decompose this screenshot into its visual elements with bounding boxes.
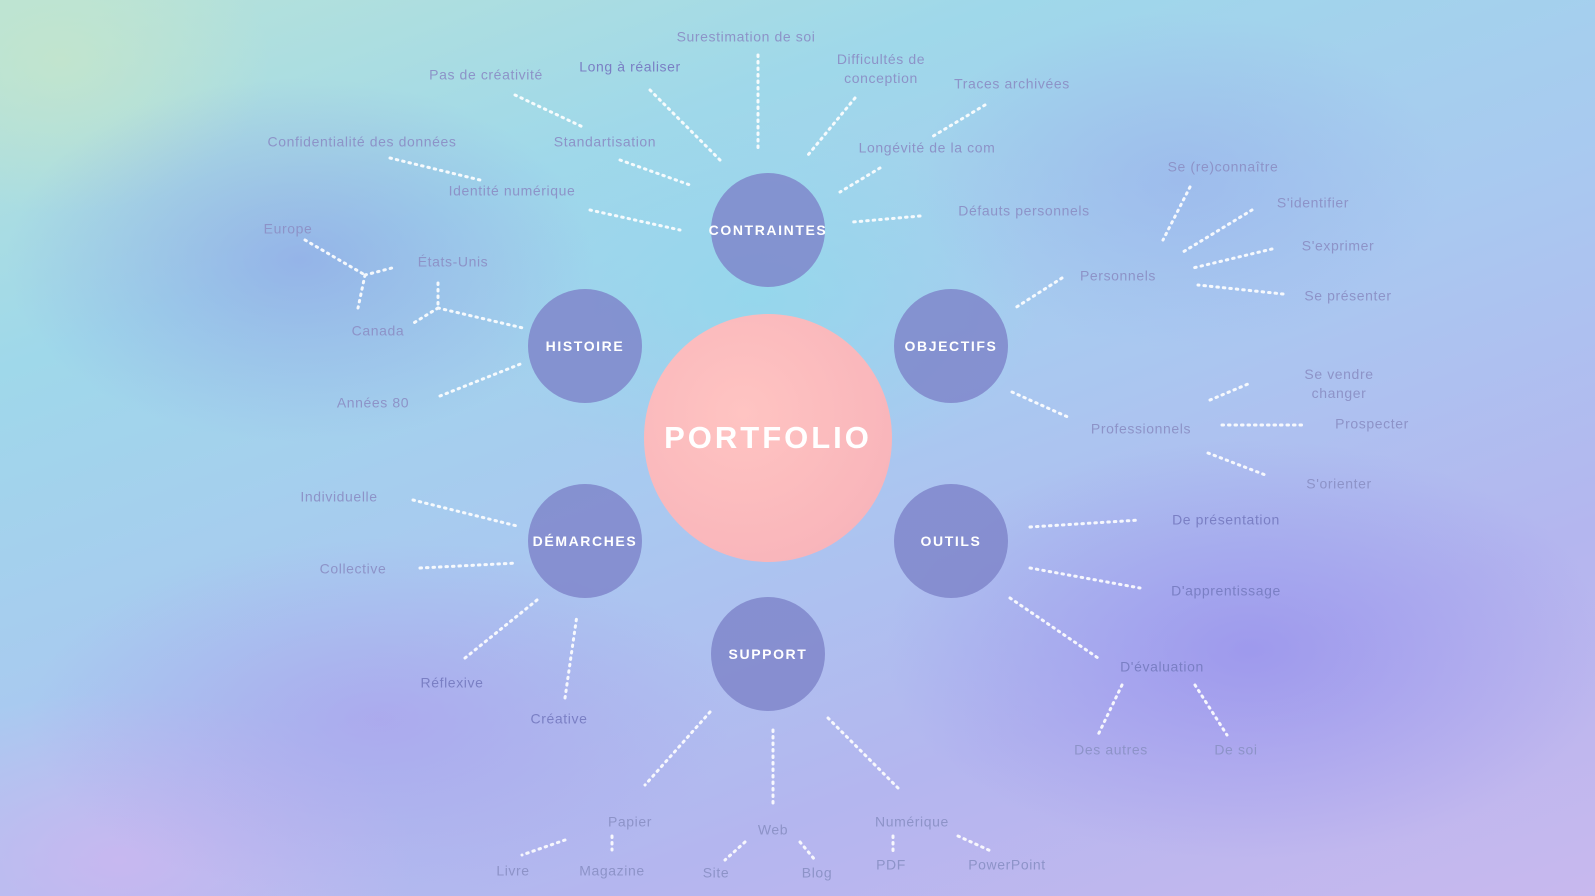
hub-demarches: DÉMARCHES: [528, 484, 642, 598]
label-confidentialite: Confidentialité des données: [267, 133, 457, 150]
label-professionnels: Professionnels: [1090, 420, 1192, 437]
label-pas-de-creativite: Pas de créativité: [429, 66, 543, 83]
hub-objectifs: OBJECTIFS: [894, 289, 1008, 403]
label-powerpoint: PowerPoint: [968, 856, 1046, 873]
label-etats-unis: États-Unis: [417, 253, 489, 270]
label-prospecter: Prospecter: [1335, 415, 1409, 432]
label-long-a-realiser: Long à réaliser: [579, 58, 681, 75]
label-individuelle: Individuelle: [300, 488, 378, 505]
label-defauts-personnels: Défauts personnels: [958, 202, 1090, 219]
label-canada: Canada: [351, 322, 405, 339]
label-standardisation: Standartisation: [553, 133, 657, 150]
label-se-presenter: Se présenter: [1304, 287, 1392, 304]
label-longevite: Longévité de la com: [858, 139, 996, 156]
label-magazine: Magazine: [579, 862, 645, 879]
label-surestimation: Surestimation de soi: [676, 28, 816, 45]
label-d-evaluation: D'évaluation: [1120, 658, 1204, 675]
label-pdf: PDF: [876, 856, 906, 873]
label-difficultes: Difficultés de conception: [836, 51, 926, 86]
label-identite-numerique: Identité numérique: [448, 182, 576, 199]
label-site: Site: [702, 864, 730, 881]
label-s-exprimer: S'exprimer: [1301, 237, 1375, 254]
label-europe: Europe: [263, 220, 313, 237]
label-se-vendre-changer: Se vendre changer: [1304, 366, 1374, 401]
label-numerique: Numérique: [875, 813, 949, 830]
label-blog: Blog: [801, 864, 833, 881]
label-d-apprentissage: D'apprentissage: [1171, 582, 1281, 599]
label-des-autres: Des autres: [1074, 741, 1148, 758]
label-de-presentation: De présentation: [1172, 511, 1280, 528]
hub-histoire: HISTOIRE: [528, 289, 642, 403]
label-s-orienter: S'orienter: [1306, 475, 1372, 492]
hub-support: SUPPORT: [711, 597, 825, 711]
hub-contraintes: CONTRAINTES: [709, 173, 826, 287]
label-collective: Collective: [319, 560, 387, 577]
label-creative: Créative: [530, 710, 588, 727]
label-s-identifier: S'identifier: [1276, 194, 1350, 211]
label-se-reconnaitre: Se (re)connaître: [1167, 158, 1279, 175]
label-annees-80: Années 80: [336, 394, 410, 411]
central-node-portfolio: PORTFOLIO: [644, 314, 892, 562]
label-reflexive: Réflexive: [420, 674, 484, 691]
label-personnels: Personnels: [1079, 267, 1157, 284]
hub-outils: OUTILS: [894, 484, 1008, 598]
label-traces-archivees: Traces archivées: [954, 75, 1070, 92]
mindmap-canvas: PORTFOLIO CONTRAINTES HISTOIRE OBJECTIFS…: [0, 0, 1595, 896]
label-papier: Papier: [607, 813, 653, 830]
label-livre: Livre: [496, 862, 530, 879]
label-de-soi: De soi: [1214, 741, 1258, 758]
label-web: Web: [757, 821, 789, 838]
